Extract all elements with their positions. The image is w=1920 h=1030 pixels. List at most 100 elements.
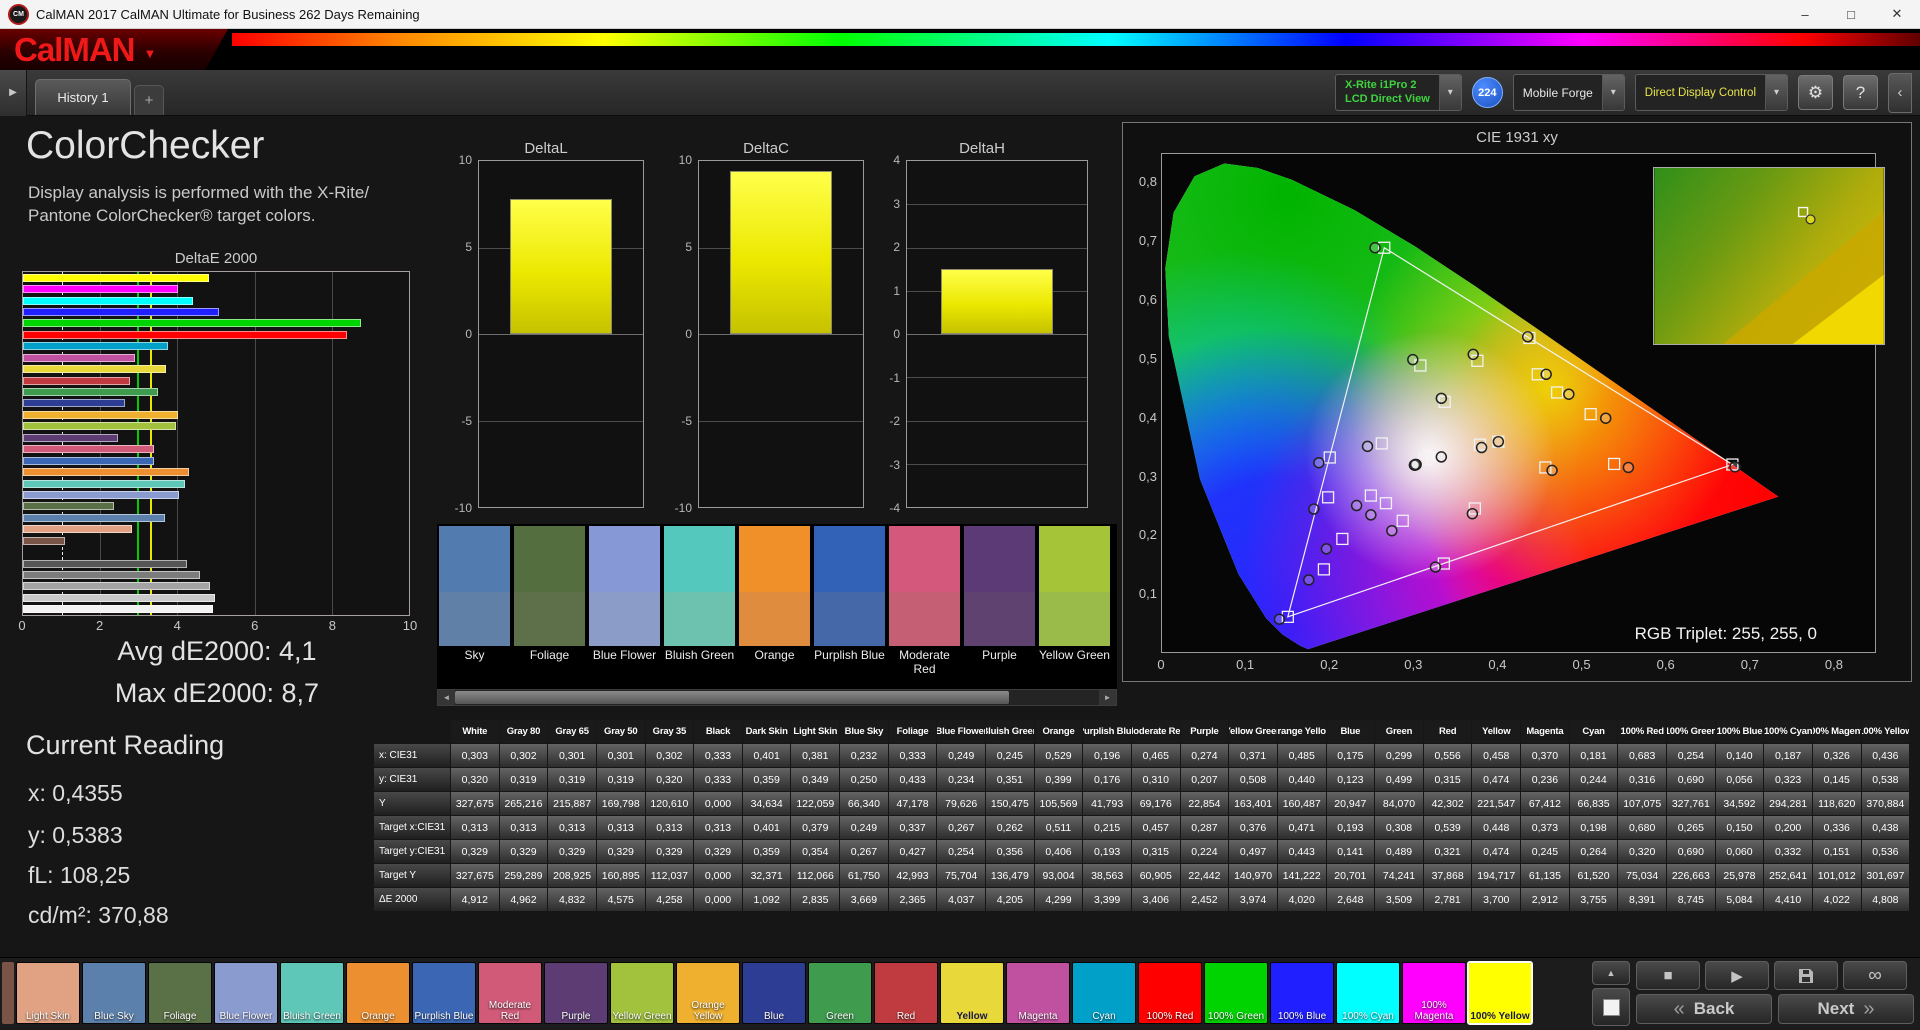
table-row: ΔE 2000 4,912 4,962 4,832 4,575 4,258 0,000 1,0… (374, 888, 1910, 911)
scrollbar-thumb[interactable] (455, 691, 1009, 704)
patch-button[interactable]: Moderate Red (478, 962, 542, 1024)
patch-button[interactable]: Green (808, 962, 872, 1024)
row-label: y: CIE31 (374, 768, 450, 791)
tab-history-1[interactable]: History 1 (35, 79, 131, 115)
patch-button[interactable]: Bluish Green (280, 962, 344, 1024)
patch-button[interactable]: 100% Green (1204, 962, 1268, 1024)
patch-button[interactable]: 100% Cyan (1336, 962, 1400, 1024)
patch-button[interactable]: Cyan (1072, 962, 1136, 1024)
help-icon: ? (1855, 82, 1866, 102)
scroll-left-button[interactable]: ◄ (438, 690, 455, 705)
display-control-dropdown[interactable]: Direct Display Control ▾ (1634, 74, 1788, 111)
stop-button[interactable]: ■ (1636, 961, 1700, 990)
description-line: Pantone ColorChecker® target colors. (28, 205, 316, 225)
axis-tick-label: 8 (328, 618, 337, 633)
patch-button[interactable]: Light Skin (16, 962, 80, 1024)
help-button[interactable]: ? (1843, 75, 1878, 110)
display-control-name: Direct Display Control (1644, 86, 1756, 99)
deltac-chart: DeltaC 10 5 0 -5 -10 (668, 140, 864, 515)
pattern-up-button[interactable]: ▲ (1592, 961, 1630, 985)
source-dropdown[interactable]: Mobile Forge ▾ (1512, 74, 1625, 111)
table-cell: 0,333 (694, 768, 742, 791)
table-cell: 0,319 (596, 768, 645, 791)
table-header-cell: Gray 80 (499, 720, 548, 743)
patch-button[interactable]: Blue (742, 962, 806, 1024)
patch-swatch[interactable]: Orange (739, 526, 810, 683)
patch-button[interactable]: Red (874, 962, 938, 1024)
table-header-cell: White (451, 720, 499, 743)
table-cell: 0,329 (548, 840, 596, 863)
play-button[interactable]: ▶ (1705, 961, 1769, 990)
axis-tick-label: 0 (18, 618, 26, 633)
measured-marker (1492, 435, 1505, 448)
current-reading-y: y: 0,5383 (28, 822, 123, 848)
delta-e-bar (23, 502, 115, 511)
scrollbar-track[interactable] (455, 690, 1099, 705)
measured-color (739, 526, 810, 592)
back-button[interactable]: « Back (1636, 994, 1772, 1024)
patch-swatch[interactable]: Foliage (514, 526, 585, 683)
table-cell: 0,254 (937, 840, 986, 863)
table-cell: 0,329 (451, 840, 499, 863)
patch-swatch[interactable]: Purple (964, 526, 1035, 683)
patch-button[interactable]: Blue Flower (214, 962, 278, 1024)
table-cell: 0,536 (1861, 840, 1910, 863)
patch-button[interactable]: 100% Blue (1270, 962, 1334, 1024)
patch-button[interactable]: 100% Red (1138, 962, 1202, 1024)
table-cell: 107,075 (1618, 792, 1667, 815)
patch-button[interactable]: Orange (346, 962, 410, 1024)
maximize-button[interactable]: □ (1828, 0, 1874, 28)
chart-title: DeltaH (959, 140, 1005, 157)
patch-button[interactable]: Blue Sky (82, 962, 146, 1024)
meter-dropdown[interactable]: X-Rite i1Pro 2 LCD Direct View ▾ (1334, 74, 1462, 111)
strip-scrollbar[interactable]: ◄ ► (437, 689, 1117, 706)
settings-button[interactable]: ⚙ (1798, 75, 1833, 110)
scroll-right-button[interactable]: ► (1099, 690, 1116, 705)
patch-swatch[interactable]: Purplish Blue (814, 526, 885, 683)
table-cell: 0,254 (1667, 744, 1715, 767)
nav-expand-button[interactable]: ▶ (0, 69, 27, 116)
axis-tick-label: -10 (674, 501, 692, 515)
measured-marker (1350, 499, 1363, 512)
panel-collapse-button[interactable]: ‹ (1888, 72, 1912, 113)
page-title: ColorChecker (26, 124, 265, 167)
save-button[interactable] (1774, 961, 1838, 990)
table-cell: 42,993 (888, 864, 937, 887)
patch-button[interactable]: 100% Yellow (1467, 961, 1533, 1025)
patch-button[interactable]: Yellow (940, 962, 1004, 1024)
close-button[interactable]: ✕ (1874, 0, 1920, 28)
table-cell: 194,717 (1472, 864, 1521, 887)
patch-label: Orange (361, 1010, 395, 1022)
window-title: CalMAN 2017 CalMAN Ultimate for Business… (36, 6, 420, 22)
patch-button[interactable]: Orange Yellow (676, 962, 740, 1024)
table-row: Y 327,675 265,216 215,887 169,798 120,610 0,00… (374, 792, 1910, 815)
patch-label: 100% Green (1207, 1010, 1265, 1022)
patch-swatch[interactable]: Sky (439, 526, 510, 683)
patch-swatch[interactable]: Moderate Red (889, 526, 960, 683)
patch-button[interactable]: Yellow Green (610, 962, 674, 1024)
pattern-window-button[interactable] (1592, 988, 1630, 1026)
delta-e-bar (23, 308, 220, 317)
table-header-cell: 100% Red (1618, 720, 1667, 743)
minimize-button[interactable]: – (1782, 0, 1828, 28)
continuous-measure-button[interactable]: ∞ (1843, 961, 1907, 990)
table-cell: 1,092 (742, 888, 791, 911)
patch-button[interactable]: Purplish Blue (412, 962, 476, 1024)
patch-swatch[interactable]: Yellow Green (1039, 526, 1110, 683)
patch-button[interactable]: 100% Magenta (1402, 962, 1466, 1024)
patch-button[interactable]: Foliage (148, 962, 212, 1024)
patch-button[interactable]: Purple (544, 962, 608, 1024)
table-header-cell: Gray 50 (596, 720, 645, 743)
add-tab-button[interactable]: + (134, 85, 164, 115)
table-header-cell: Blue Sky (840, 720, 888, 743)
axis-tick-label: -10 (454, 501, 472, 515)
patch-swatch[interactable]: Bluish Green (664, 526, 735, 683)
measured-marker (1467, 348, 1479, 361)
next-button[interactable]: Next » (1778, 994, 1914, 1024)
patch-button[interactable]: Magenta (1006, 962, 1070, 1024)
pattern-window-icon (1602, 998, 1620, 1016)
table-cell: 2,365 (888, 888, 937, 911)
target-color (439, 592, 510, 646)
patch-swatch[interactable]: Blue Flower (589, 526, 660, 683)
calman-logo-menu[interactable]: CalMAN ▼ (0, 29, 228, 70)
